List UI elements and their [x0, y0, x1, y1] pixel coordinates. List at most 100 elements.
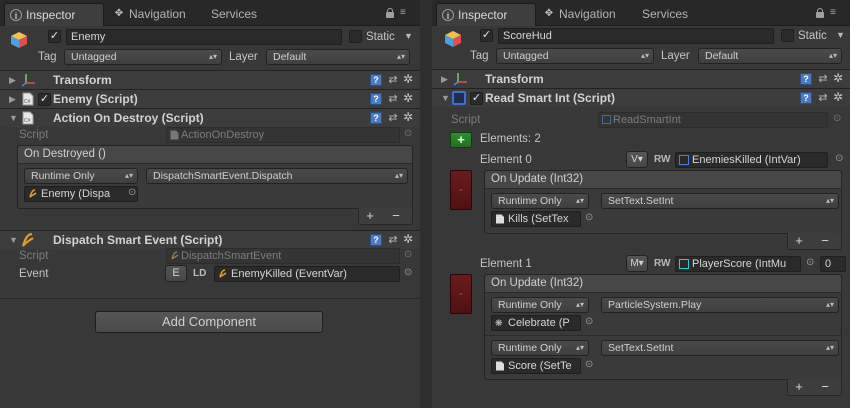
script-file-icon: [496, 361, 504, 371]
var-value: EnemiesKilled (IntVar): [692, 154, 801, 166]
foldout-collapsed-icon[interactable]: ▶: [9, 75, 16, 85]
dispatch-smart-event-header[interactable]: ▼ Dispatch Smart Event (Script) ? ⇄ ✲: [0, 230, 420, 249]
object-picker-icon[interactable]: ⊙: [585, 212, 593, 223]
dropdown-arrows-icon: ▴▾: [825, 300, 834, 309]
gear-icon[interactable]: ✲: [402, 73, 414, 86]
object-picker-icon[interactable]: ⊙: [404, 267, 412, 278]
remove-element-button[interactable]: -: [450, 274, 472, 314]
object-picker-icon[interactable]: ⊙: [585, 316, 593, 327]
target-object-field[interactable]: Enemy (Dispa: [24, 186, 138, 202]
layer-dropdown[interactable]: Default ▴▾: [266, 49, 410, 65]
read-smart-int-header[interactable]: ▼ ✓ Read Smart Int (Script) ? ⇄ ✲: [432, 88, 850, 107]
method-dropdown[interactable]: SetText.SetInt ▴▾: [601, 340, 839, 356]
tag-dropdown[interactable]: Untagged ▴▾: [496, 48, 654, 64]
smart-event-icon: [21, 232, 34, 247]
transform-header[interactable]: ▶ Transform ? ⇄ ✲: [432, 69, 850, 88]
foldout-collapsed-icon[interactable]: ▶: [9, 94, 16, 104]
layer-dropdown[interactable]: Default ▴▾: [698, 48, 842, 64]
lock-icon[interactable]: [386, 8, 394, 18]
int-value-field[interactable]: 0: [820, 256, 846, 272]
target-object-field[interactable]: ❋ Celebrate (P: [491, 315, 581, 331]
foldout-expanded-icon[interactable]: ▼: [9, 113, 18, 123]
runtime-dropdown[interactable]: Runtime Only ▴▾: [491, 193, 589, 209]
help-icon[interactable]: ?: [800, 92, 812, 104]
add-call-button[interactable]: +: [363, 209, 377, 222]
method-dropdown[interactable]: SetText.SetInt ▴▾: [601, 193, 839, 209]
object-picker-icon[interactable]: ⊙: [128, 187, 136, 198]
lock-icon[interactable]: [816, 8, 824, 18]
preset-icon[interactable]: ⇄: [817, 73, 829, 85]
help-icon[interactable]: ?: [800, 73, 812, 85]
preset-icon[interactable]: ⇄: [387, 93, 399, 105]
remove-element-button[interactable]: -: [450, 170, 472, 210]
var-object-field[interactable]: EnemiesKilled (IntVar): [675, 152, 828, 168]
add-call-button[interactable]: +: [792, 234, 806, 247]
remove-call-button[interactable]: −: [389, 209, 403, 222]
gameobject-name-field[interactable]: Enemy: [66, 29, 342, 45]
target-object-field[interactable]: Score (SetTe: [491, 358, 581, 374]
runtime-dropdown[interactable]: Runtime Only ▴▾: [24, 168, 138, 184]
add-call-button[interactable]: +: [792, 380, 806, 393]
help-icon[interactable]: ?: [370, 93, 382, 105]
var-type-button[interactable]: V▾: [626, 151, 648, 168]
tab-inspector[interactable]: i Inspector: [4, 3, 104, 26]
tab-navigation[interactable]: ✥ Navigation: [538, 3, 628, 26]
read-smart-int-enabled-checkbox[interactable]: ✓: [470, 92, 483, 105]
dropdown-arrows-icon: ▴▾: [640, 51, 649, 60]
target-object-field[interactable]: Kills (SetTex: [491, 211, 581, 227]
gear-icon[interactable]: ✲: [832, 91, 844, 104]
object-picker-icon[interactable]: ⊙: [835, 153, 843, 164]
plus-minus-buttons: + −: [792, 234, 838, 248]
runtime-dropdown[interactable]: Runtime Only ▴▾: [491, 297, 589, 313]
tag-dropdown[interactable]: Untagged ▴▾: [64, 49, 222, 65]
add-component-button[interactable]: Add Component: [95, 311, 323, 333]
object-picker-icon[interactable]: ⊙: [806, 257, 814, 268]
preset-icon[interactable]: ⇄: [387, 74, 399, 86]
add-element-button[interactable]: +: [450, 132, 472, 148]
e-button[interactable]: E: [165, 265, 187, 282]
event-label: Event: [19, 268, 49, 280]
remove-call-button[interactable]: −: [818, 234, 832, 247]
transform-header[interactable]: ▶ Transform ? ⇄ ✲: [0, 70, 420, 89]
panel-menu-icon[interactable]: ≡: [400, 8, 410, 18]
method-dropdown[interactable]: ParticleSystem.Play ▴▾: [601, 297, 839, 313]
gameobject-active-checkbox[interactable]: ✓: [480, 29, 493, 42]
tab-services[interactable]: Services: [190, 3, 270, 26]
gameobject-name-field[interactable]: ScoreHud: [498, 28, 774, 44]
remove-call-button[interactable]: −: [818, 380, 832, 393]
help-icon[interactable]: ?: [370, 74, 382, 86]
static-dropdown-icon[interactable]: ▼: [404, 31, 413, 41]
foldout-expanded-icon[interactable]: ▼: [9, 235, 18, 245]
method-dropdown[interactable]: DispatchSmartEvent.Dispatch ▴▾: [146, 168, 408, 184]
gear-icon[interactable]: ✲: [832, 72, 844, 85]
tab-inspector[interactable]: i Inspector: [436, 3, 536, 26]
dispatch-smart-event-title: Dispatch Smart Event (Script): [53, 233, 223, 247]
action-on-destroy-header[interactable]: ▼ C# Action On Destroy (Script) ? ⇄ ✲: [0, 108, 420, 127]
runtime-dropdown[interactable]: Runtime Only ▴▾: [491, 340, 589, 356]
tab-navigation[interactable]: ✥ Navigation: [108, 3, 198, 26]
var-object-field[interactable]: PlayerScore (IntMu: [675, 256, 801, 272]
object-picker-icon[interactable]: ⊙: [585, 359, 593, 370]
gameobject-active-checkbox[interactable]: ✓: [48, 30, 61, 43]
svg-text:C#: C#: [24, 118, 31, 124]
enemy-script-enabled-checkbox[interactable]: ✓: [38, 93, 51, 106]
gear-icon[interactable]: ✲: [402, 92, 414, 105]
enemy-script-header[interactable]: ▶ C# ✓ Enemy (Script) ? ⇄ ✲: [0, 89, 420, 108]
preset-icon[interactable]: ⇄: [817, 92, 829, 104]
static-checkbox[interactable]: [349, 30, 362, 43]
gear-icon[interactable]: ✲: [402, 111, 414, 124]
foldout-expanded-icon[interactable]: ▼: [441, 93, 450, 103]
preset-icon[interactable]: ⇄: [387, 112, 399, 124]
preset-icon[interactable]: ⇄: [387, 234, 399, 246]
static-checkbox[interactable]: [781, 29, 794, 42]
event-object-field[interactable]: EnemyKilled (EventVar): [214, 266, 400, 282]
var-type-button[interactable]: M▾: [626, 255, 648, 272]
help-icon[interactable]: ?: [370, 234, 382, 246]
gear-icon[interactable]: ✲: [402, 233, 414, 246]
transform-icon: [454, 73, 467, 86]
help-icon[interactable]: ?: [370, 112, 382, 124]
tab-services[interactable]: Services: [621, 3, 701, 26]
panel-menu-icon[interactable]: ≡: [830, 8, 840, 18]
static-dropdown-icon[interactable]: ▼: [836, 30, 845, 40]
foldout-collapsed-icon[interactable]: ▶: [441, 74, 448, 84]
